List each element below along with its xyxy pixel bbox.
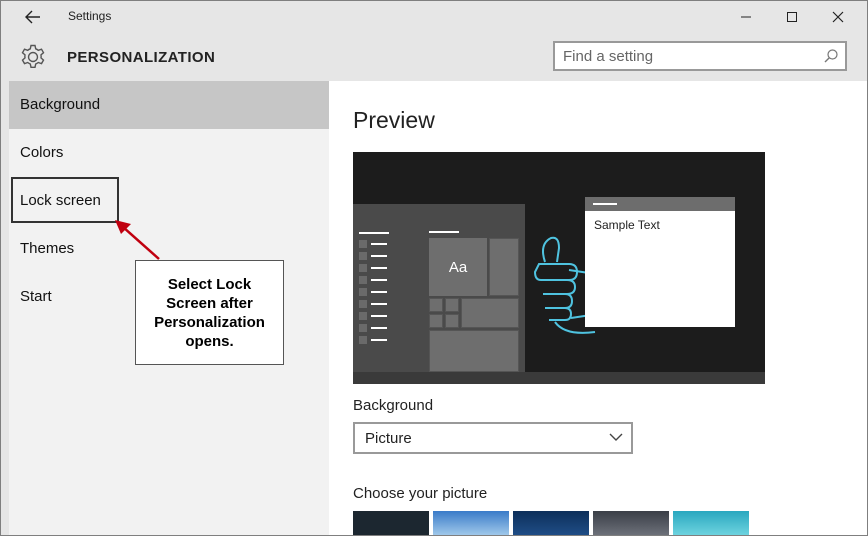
taskbar-preview xyxy=(353,372,765,384)
search-box[interactable] xyxy=(553,41,847,71)
settings-header: PERSONALIZATION xyxy=(1,33,867,81)
window-title: Settings xyxy=(68,9,112,23)
sidebar-item-label: Colors xyxy=(20,144,64,161)
maximize-button[interactable] xyxy=(769,1,815,33)
chevron-down-icon xyxy=(609,433,623,441)
maximize-icon xyxy=(787,12,797,22)
preview-tile: Aa xyxy=(429,238,487,296)
search-icon[interactable] xyxy=(823,48,839,64)
sample-window-preview: Sample Text xyxy=(585,197,735,327)
close-button[interactable] xyxy=(815,1,861,33)
minimize-icon xyxy=(741,16,751,18)
picture-thumb-4[interactable] xyxy=(593,511,669,535)
minimize-button[interactable] xyxy=(723,1,769,33)
sample-text: Sample Text xyxy=(594,218,660,232)
desktop-preview: Aa Sample Text xyxy=(353,152,765,384)
background-dropdown-value: Picture xyxy=(365,430,412,447)
annotation-note: Select Lock Screen after Personalization… xyxy=(135,260,284,365)
choose-picture-label: Choose your picture xyxy=(353,485,488,502)
sidebar-item-label: Background xyxy=(20,96,101,113)
page-title: PERSONALIZATION xyxy=(67,49,216,66)
annotation-arrow-icon xyxy=(115,220,160,260)
picture-thumb-1[interactable] xyxy=(353,511,429,535)
picture-thumb-2[interactable] xyxy=(433,511,509,535)
search-input[interactable] xyxy=(563,47,813,65)
background-dropdown[interactable]: Picture xyxy=(353,422,633,454)
sidebar-item-label: Themes xyxy=(20,240,75,257)
background-label: Background xyxy=(353,397,434,414)
gear-icon xyxy=(21,44,45,68)
back-arrow-icon xyxy=(25,10,40,24)
preview-heading: Preview xyxy=(353,107,435,133)
sidebar-item-colors[interactable]: Colors xyxy=(9,129,329,177)
main-content: Preview Aa Sample Text Background Pictur… xyxy=(329,81,867,535)
back-button[interactable] xyxy=(17,5,49,29)
settings-window: Settings PERSONALIZATION Find a setting … xyxy=(0,0,868,536)
picture-thumb-3[interactable] xyxy=(513,511,589,535)
picture-thumb-5[interactable] xyxy=(673,511,749,535)
title-bar: Settings xyxy=(1,1,867,33)
close-icon xyxy=(832,11,844,23)
sidebar-item-label: Start xyxy=(20,288,52,305)
sidebar-item-background[interactable]: Background xyxy=(9,81,329,129)
start-menu-preview: Aa xyxy=(353,204,525,372)
